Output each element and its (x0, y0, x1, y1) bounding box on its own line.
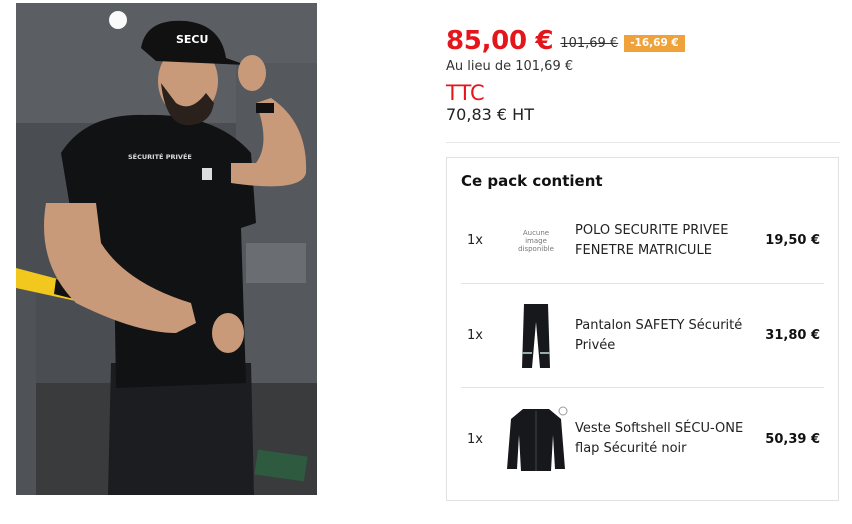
item-name[interactable]: Pantalon SAFETY Sécurité Privée (573, 316, 754, 356)
item-name[interactable]: POLO SECURITE PRIVEE FENETRE MATRICULE (573, 221, 754, 261)
pack-item[interactable]: 1x Aucune image disponible POLO SECURITE… (461, 198, 824, 283)
price-row: 85,00 € 101,69 € -16,69 € (446, 26, 840, 56)
item-quantity: 1x (467, 328, 483, 343)
instead-of-text: Au lieu de 101,69 € (446, 59, 574, 74)
divider (446, 142, 840, 143)
no-image-text: Aucune image disponible (518, 228, 554, 253)
item-name[interactable]: Veste Softshell SÉCU-ONE flap Sécurité n… (573, 419, 754, 459)
cap-logo-text: SECU (176, 33, 208, 46)
discount-badge: -16,69 € (624, 34, 685, 52)
item-quantity: 1x (467, 431, 483, 447)
pack-item[interactable]: 1x Veste Softshell SÉCU-ONE flap Sécurit… (461, 387, 824, 490)
current-price: 85,00 € (446, 26, 554, 56)
jacket-icon (499, 404, 573, 474)
pack-contents-box: Ce pack contient 1x Aucune image disponi… (446, 157, 839, 501)
product-photo: SECU SÉCURITÉ PRIVÉE (16, 3, 317, 495)
item-quantity: 1x (467, 233, 483, 248)
price-block: 85,00 € 101,69 € -16,69 € Au lieu de 101… (446, 26, 840, 124)
trousers-icon (499, 301, 573, 371)
shirt-print-text: SÉCURITÉ PRIVÉE (128, 152, 192, 161)
pack-title: Ce pack contient (461, 172, 603, 190)
no-image-icon: Aucune image disponible (499, 206, 573, 276)
item-price: 50,39 € (765, 431, 820, 447)
item-price: 19,50 € (765, 233, 820, 248)
pack-item[interactable]: 1x Pantalon SAFETY Sécurité Privée 31,80… (461, 283, 824, 387)
old-price: 101,69 € (560, 36, 619, 51)
product-photo-illustration: SECU SÉCURITÉ PRIVÉE (16, 3, 317, 495)
tax-label: TTC (446, 81, 485, 105)
item-price: 31,80 € (765, 328, 820, 343)
price-ht: 70,83 € HT (446, 105, 534, 124)
